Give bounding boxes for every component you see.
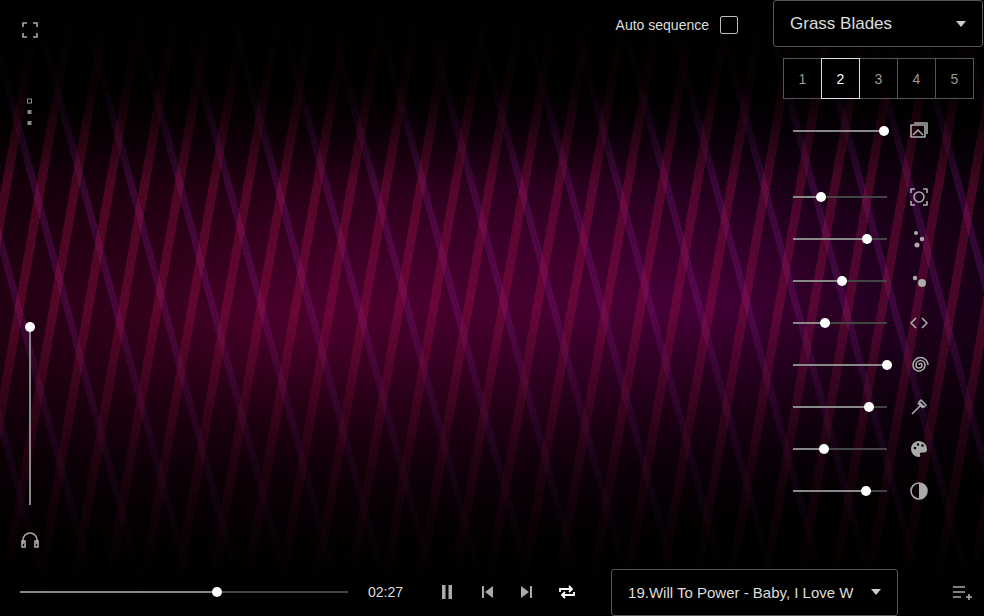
- caret-down-icon: [956, 21, 966, 27]
- left-controls: [0, 48, 60, 568]
- repeat-icon[interactable]: [557, 582, 577, 602]
- main-area: 12345: [0, 48, 984, 568]
- slider-fill: [793, 280, 842, 282]
- effect-slider-row: [783, 302, 984, 344]
- effect-slider-row: [783, 428, 984, 470]
- auto-sequence-label: Auto sequence: [616, 17, 709, 33]
- slider-knob[interactable]: [862, 234, 872, 244]
- effect-slider[interactable]: [793, 490, 887, 492]
- slider-fill: [793, 238, 867, 240]
- blobs-icon: [909, 271, 929, 291]
- frames-icon: [909, 121, 929, 141]
- effect-slider[interactable]: [793, 364, 887, 366]
- preset-dropdown[interactable]: Grass Blades: [773, 0, 983, 47]
- volume-fill: [29, 327, 31, 505]
- effect-slider-row: [783, 110, 984, 152]
- playlist-add-icon[interactable]: [952, 584, 972, 600]
- effect-slider-row: [783, 218, 984, 260]
- effect-slider-row: [783, 260, 984, 302]
- slider-fill: [793, 406, 869, 408]
- volume-slider[interactable]: [29, 327, 31, 505]
- menu-dots-icon[interactable]: [26, 98, 34, 128]
- seek-knob[interactable]: [212, 587, 222, 597]
- code-icon: [909, 313, 929, 333]
- particles-icon: [909, 229, 929, 249]
- slider-fill: [793, 364, 887, 366]
- next-icon[interactable]: [517, 582, 537, 602]
- effect-slider-row: [783, 386, 984, 428]
- elapsed-time: 02:27: [368, 584, 403, 600]
- settings-panel: 12345: [783, 48, 984, 568]
- contrast-icon: [909, 481, 929, 501]
- pause-icon[interactable]: [437, 582, 457, 602]
- slider-knob[interactable]: [864, 402, 874, 412]
- visualizer-app: Auto sequence Grass Blades 12345 02:27 19.Wi…: [0, 0, 984, 616]
- slider-knob[interactable]: [879, 126, 889, 136]
- volume-knob[interactable]: [25, 322, 35, 332]
- focus-icon: [909, 187, 929, 207]
- preset-tab[interactable]: 5: [935, 58, 974, 99]
- slider-knob[interactable]: [816, 192, 826, 202]
- seek-slider[interactable]: [20, 591, 348, 593]
- slider-knob[interactable]: [819, 444, 829, 454]
- preset-tab[interactable]: 3: [859, 58, 898, 99]
- effect-slider[interactable]: [793, 406, 887, 408]
- slider-knob[interactable]: [820, 318, 830, 328]
- effect-slider-row: [783, 176, 984, 218]
- effect-slider-row: [783, 344, 984, 386]
- fullscreen-icon[interactable]: [22, 22, 38, 38]
- effect-slider[interactable]: [793, 448, 887, 450]
- headphones-icon[interactable]: [20, 530, 40, 548]
- effect-slider-row: [783, 470, 984, 512]
- effect-slider[interactable]: [793, 322, 887, 324]
- effect-slider[interactable]: [793, 280, 887, 282]
- slider-knob[interactable]: [837, 276, 847, 286]
- preset-name: Grass Blades: [790, 14, 892, 34]
- player-bar: 02:27 19.Will To Power - Baby, I Love W: [0, 568, 984, 616]
- track-title: 19.Will To Power - Baby, I Love W: [628, 584, 853, 601]
- caret-down-icon: [871, 589, 881, 595]
- preset-tabs: 12345: [783, 58, 984, 99]
- effect-sliders: [783, 110, 984, 512]
- auto-sequence[interactable]: Auto sequence: [616, 16, 738, 34]
- previous-icon[interactable]: [477, 582, 497, 602]
- slider-knob[interactable]: [861, 486, 871, 496]
- seek-fill: [20, 591, 217, 593]
- effect-slider[interactable]: [793, 130, 887, 132]
- palette-icon: [909, 439, 929, 459]
- spiral-icon: [909, 355, 929, 375]
- eyedropper-icon: [909, 397, 929, 417]
- auto-sequence-checkbox[interactable]: [720, 16, 738, 34]
- slider-knob[interactable]: [882, 360, 892, 370]
- top-bar: Auto sequence Grass Blades: [0, 0, 984, 48]
- slider-fill: [793, 490, 866, 492]
- effect-slider[interactable]: [793, 196, 887, 198]
- effect-slider[interactable]: [793, 238, 887, 240]
- slider-fill: [793, 130, 884, 132]
- playback-controls: [437, 582, 577, 602]
- track-dropdown[interactable]: 19.Will To Power - Baby, I Love W: [611, 569, 898, 616]
- preset-tab[interactable]: 2: [821, 58, 860, 99]
- preset-tab[interactable]: 4: [897, 58, 936, 99]
- preset-tab[interactable]: 1: [783, 58, 822, 99]
